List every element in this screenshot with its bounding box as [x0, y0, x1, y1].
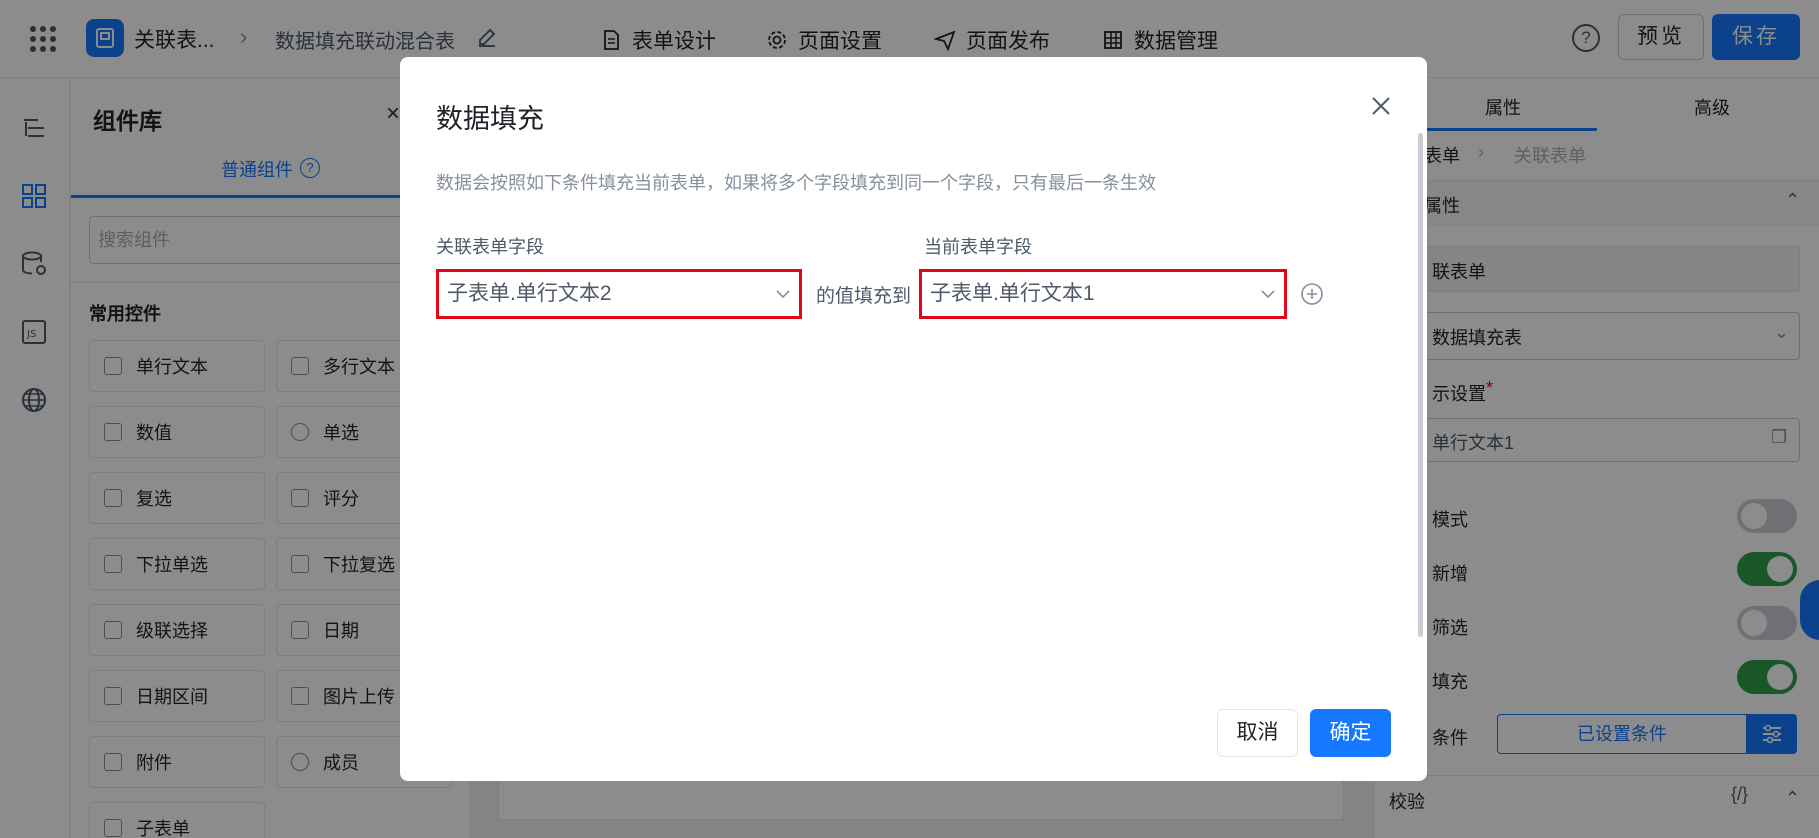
fill-to-text: 的值填充到	[816, 286, 912, 307]
close-icon[interactable]	[1368, 93, 1394, 119]
current-field-label: 当前表单字段	[924, 237, 1032, 257]
dialog-description: 数据会按照如下条件填充当前表单，如果将多个字段填充到同一个字段，只有最后一条生效	[436, 173, 1156, 193]
linked-field-label: 关联表单字段	[436, 237, 544, 257]
current-field-select[interactable]: 子表单.单行文本1	[919, 269, 1287, 319]
data-fill-dialog: 数据填充 数据会按照如下条件填充当前表单，如果将多个字段填充到同一个字段，只有最…	[400, 57, 1427, 781]
chevron-down-icon	[1261, 290, 1275, 299]
dialog-title: 数据填充	[436, 104, 544, 134]
linked-field-value: 子表单.单行文本2	[447, 282, 612, 305]
dialog-scrollbar[interactable]	[1418, 133, 1423, 637]
confirm-button[interactable]: 确定	[1310, 709, 1391, 757]
add-circle-icon[interactable]	[1300, 282, 1324, 306]
current-field-value: 子表单.单行文本1	[930, 282, 1095, 305]
linked-field-select[interactable]: 子表单.单行文本2	[436, 269, 802, 319]
chevron-down-icon	[776, 290, 790, 299]
cancel-button[interactable]: 取消	[1217, 709, 1298, 757]
